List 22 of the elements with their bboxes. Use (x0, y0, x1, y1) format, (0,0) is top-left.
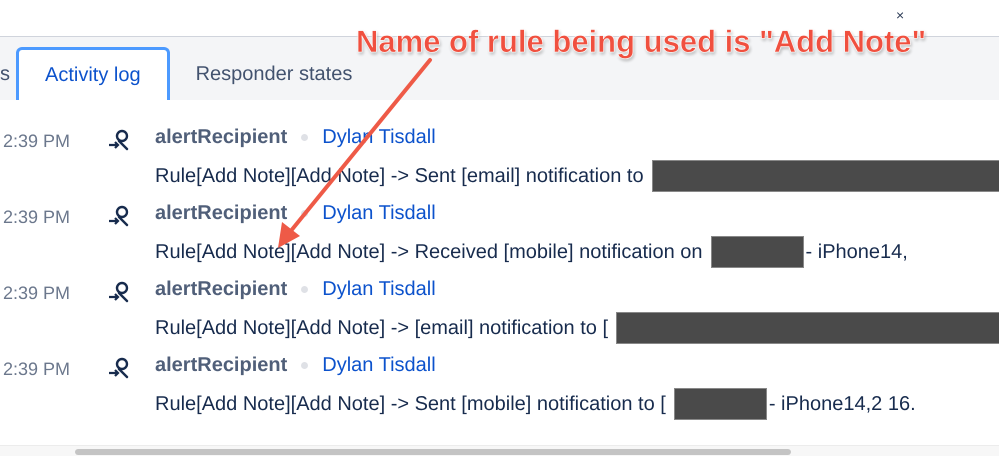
author-name: alertRecipient (155, 277, 288, 302)
user-link[interactable]: Dylan Tisdall (322, 274, 436, 304)
message-text: Rule[Add Note][Add Note] -> Sent [mobile] notification to [ (155, 392, 666, 417)
timestamp: 2:39 PM (2, 206, 72, 229)
message-text: - iPhone14, (806, 240, 908, 265)
scrollbar-thumb[interactable] (75, 449, 791, 455)
message-text: Rule[Add Note][Add Note] -> [email] notification to [ (155, 316, 608, 341)
message-text: Rule[Add Note][Add Note] -> Received [mobile] notification on (155, 240, 703, 265)
message-text: Rule[Add Note][Add Note] -> Sent [email] notification to (155, 164, 644, 189)
author-name: alertRecipient (155, 353, 288, 378)
timestamp: 2:39 PM (2, 282, 72, 305)
user-link[interactable]: Dylan Tisdall (322, 350, 436, 380)
author-name: alertRecipient (155, 201, 288, 226)
message-text: - iPhone14,2 16. (768, 392, 916, 417)
annotation-text: Name of rule being used is "Add Note" (356, 26, 926, 57)
timestamp: 2:39 PM (2, 358, 72, 381)
author-name: alertRecipient (155, 125, 288, 150)
tab[interactable]: s (0, 47, 10, 100)
user-link[interactable]: Dylan Tisdall (322, 198, 436, 228)
close-button[interactable]: × (896, 8, 904, 22)
tab[interactable]: Activity log (16, 47, 170, 100)
timestamp: 2:39 PM (2, 130, 72, 153)
